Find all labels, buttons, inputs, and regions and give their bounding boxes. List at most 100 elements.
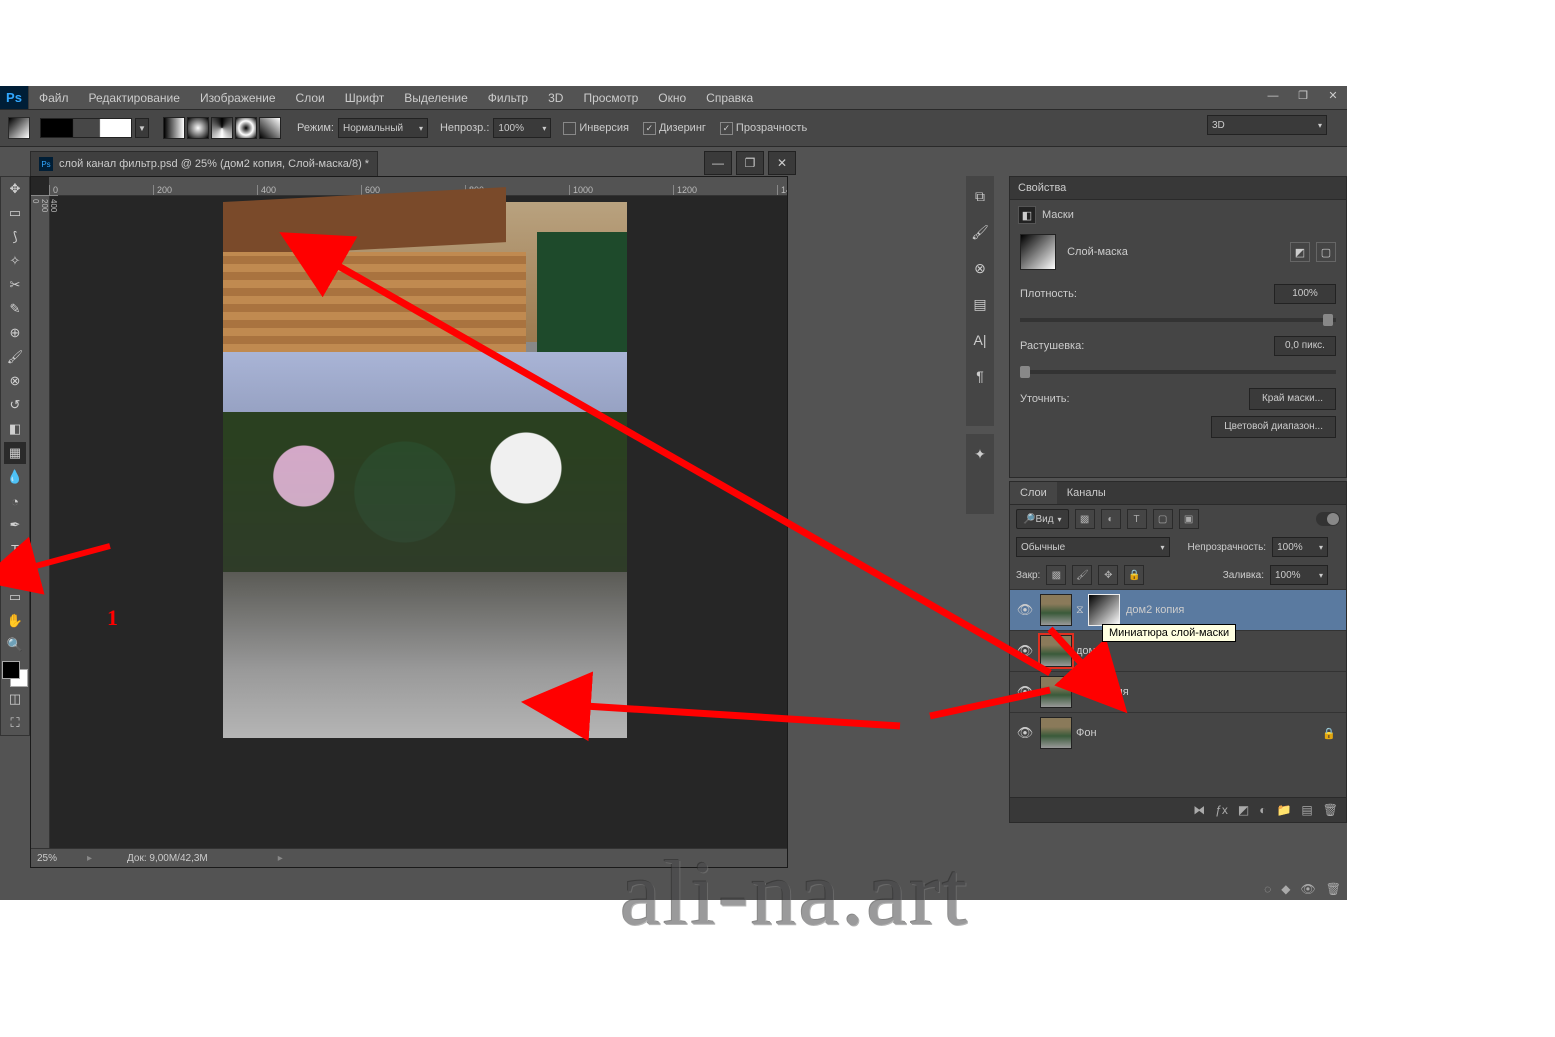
dither-checkbox[interactable] [643,122,656,135]
menu-layer[interactable]: Слои [286,91,335,105]
move-tool-icon[interactable]: ✥ [4,178,26,200]
feather-slider[interactable] [1020,370,1336,374]
channels-tab[interactable]: Каналы [1057,482,1116,504]
gradient-preview[interactable] [40,118,132,138]
paragraph-panel-icon[interactable]: ¶ [970,366,990,386]
blend-mode-combo[interactable]: Обычные▾ [1016,537,1170,557]
layer-thumbnail[interactable] [1040,676,1072,708]
dodge-tool-icon[interactable]: ◔ [4,490,26,512]
properties-tab[interactable]: Свойства [1010,177,1346,200]
refine-edge-button[interactable]: Край маски... [1249,388,1336,410]
gradient-angle-icon[interactable] [211,117,233,139]
layer-filter-kind[interactable]: 🔎 Вид ▾ [1016,509,1069,529]
brush-tool-icon[interactable]: 🖌 [4,346,26,368]
gradient-tool-icon[interactable] [8,117,30,139]
crop-tool-icon[interactable]: ✂ [4,274,26,296]
screenmode-icon[interactable]: ⛶ [4,712,26,734]
menu-file[interactable]: Файл [29,91,79,105]
brush-panel-icon[interactable]: 🖌 [970,222,990,242]
visibility-icon[interactable]: 👁 [1016,602,1034,618]
character-panel-icon[interactable]: A| [970,330,990,350]
gradient-tool-icon-tb[interactable]: ▦ [4,442,26,464]
quickmask-icon[interactable]: ◫ [4,688,26,710]
menu-3d[interactable]: 3D [538,91,573,105]
gradient-diamond-icon[interactable] [259,117,281,139]
vector-mask-icon[interactable]: ▢ [1316,242,1336,262]
type-tool-icon[interactable]: T [4,538,26,560]
document-tab[interactable]: Ps слой канал фильтр.psd @ 25% (дом2 коп… [30,151,378,177]
menu-view[interactable]: Просмотр [573,91,648,105]
disable-mask-icon[interactable]: 👁 [1301,882,1316,896]
add-mask-icon[interactable]: ◩ [1238,803,1249,817]
layer-row[interactable]: 👁 Фон 🔒 [1010,712,1346,753]
pen-tool-icon[interactable]: ✒ [4,514,26,536]
mask-thumbnail[interactable] [1020,234,1056,270]
actions-panel-icon[interactable]: ✦ [970,444,990,464]
visibility-icon[interactable]: 👁 [1016,643,1034,659]
lock-transparency-icon[interactable]: ▩ [1046,565,1066,585]
gradient-linear-icon[interactable] [163,117,185,139]
path-tool-icon[interactable]: ↖ [4,562,26,584]
layer-row[interactable]: 👁 Фон копия [1010,671,1346,712]
color-swatches[interactable] [2,661,28,687]
layer-fx-icon[interactable]: ƒx [1215,803,1228,817]
doc-minimize-button[interactable]: — [704,151,732,175]
history-panel-icon[interactable]: ⧉ [970,186,990,206]
color-range-button[interactable]: Цветовой диапазон... [1211,416,1336,438]
menu-type[interactable]: Шрифт [335,91,394,105]
layers-tab[interactable]: Слои [1010,482,1057,504]
add-adjustment-icon[interactable]: ◐ [1259,803,1266,817]
filter-type-icon[interactable]: T [1127,509,1147,529]
healing-tool-icon[interactable]: ⊕ [4,322,26,344]
layer-name[interactable]: Фон [1076,727,1097,739]
layer-row-selected[interactable]: 👁 ⧖ дом2 копия Миниатюра слой-маски [1010,589,1346,630]
gradient-picker-dropdown[interactable]: ▼ [135,118,149,138]
layer-thumbnail[interactable] [1040,717,1072,749]
zoom-value[interactable]: 25% [31,853,87,864]
delete-layer-icon[interactable]: 🗑 [1323,803,1338,817]
filter-smart-icon[interactable]: ▣ [1179,509,1199,529]
lock-pixels-icon[interactable]: 🖌 [1072,565,1092,585]
minimize-button[interactable]: — [1259,86,1287,105]
doc-restore-button[interactable]: ❐ [736,151,764,175]
canvas-image[interactable] [223,202,627,738]
layer-name[interactable]: Фон копия [1076,686,1129,698]
menu-window[interactable]: Окно [648,91,696,105]
delete-mask-icon[interactable]: 🗑 [1326,882,1341,896]
lock-all-icon[interactable]: 🔒 [1124,565,1144,585]
layer-name[interactable]: дом2 копия [1126,604,1184,616]
fill-value[interactable]: 100%▾ [1270,565,1328,585]
menu-filter[interactable]: Фильтр [478,91,538,105]
foreground-color-icon[interactable] [2,661,20,679]
layer-name[interactable]: дом2 [1076,645,1102,657]
visibility-icon[interactable]: 👁 [1016,684,1034,700]
ruler-vertical[interactable]: 0200400 [31,195,50,849]
filter-adjust-icon[interactable]: ◐ [1101,509,1121,529]
opacity-combo[interactable]: 100% ▾ [493,118,551,138]
menu-help[interactable]: Справка [696,91,763,105]
zoom-tool-icon[interactable]: 🔍 [4,634,26,656]
gradient-radial-icon[interactable] [187,117,209,139]
density-value[interactable]: 100% [1274,284,1336,304]
load-selection-icon[interactable]: ◌ [1264,882,1271,896]
density-slider[interactable] [1020,318,1336,322]
stamp-tool-icon[interactable]: ⊗ [4,370,26,392]
layer-thumbnail[interactable] [1040,594,1072,626]
link-layers-icon[interactable]: ⧓ [1193,803,1205,817]
new-group-icon[interactable]: 📁 [1276,803,1291,817]
layer-thumbnail[interactable] [1040,635,1072,667]
hand-tool-icon[interactable]: ✋ [4,610,26,632]
blur-tool-icon[interactable]: 💧 [4,466,26,488]
apply-mask-icon[interactable]: ◆ [1281,882,1290,896]
filter-shape-icon[interactable]: ▢ [1153,509,1173,529]
menu-image[interactable]: Изображение [190,91,286,105]
magic-wand-tool-icon[interactable]: ✧ [4,250,26,272]
eyedropper-tool-icon[interactable]: ✎ [4,298,26,320]
shape-tool-icon[interactable]: ▭ [4,586,26,608]
invert-checkbox[interactable] [563,122,576,135]
lock-position-icon[interactable]: ✥ [1098,565,1118,585]
close-button[interactable]: ✕ [1319,86,1347,105]
clone-panel-icon[interactable]: ⊗ [970,258,990,278]
feather-value[interactable]: 0,0 пикс. [1274,336,1336,356]
filter-toggle[interactable] [1316,512,1340,526]
